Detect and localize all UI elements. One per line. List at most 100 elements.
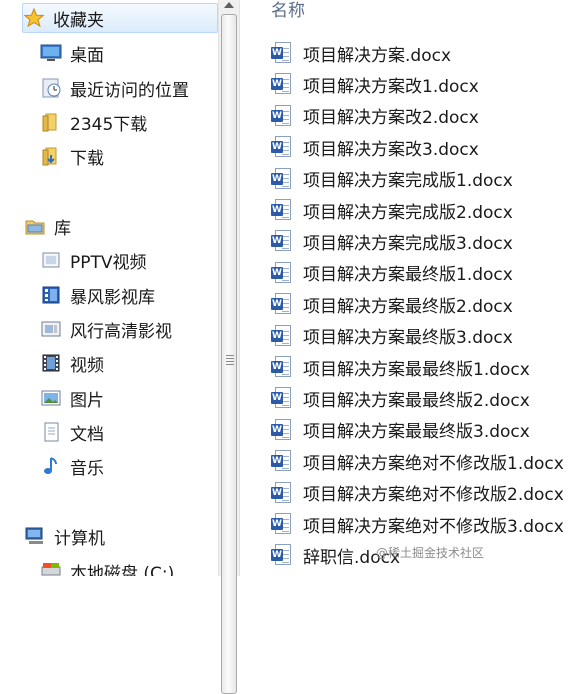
word-document-icon: W <box>271 512 293 536</box>
nav-libraries[interactable]: 库 <box>24 211 71 241</box>
file-row[interactable]: W 项目解决方案.docx <box>271 39 451 67</box>
nav-libraries-label: 库 <box>54 218 71 239</box>
scrollbar-grip <box>226 353 234 367</box>
file-list: 名称 W 项目解决方案.docx W 项目解决方案改1.docx W 项目解决方案改2.d… <box>241 0 588 576</box>
file-name: 项目解决方案最终版3.docx <box>303 328 513 349</box>
file-row[interactable]: W 项目解决方案绝对不修改版2.docx <box>271 479 564 507</box>
nav-item-desktop[interactable]: 桌面 <box>40 38 104 68</box>
documents-icon <box>40 422 62 442</box>
video-library-icon <box>40 250 62 270</box>
nav-item-videos[interactable]: 视频 <box>40 348 104 378</box>
desktop-icon <box>40 43 62 63</box>
nav-item-music[interactable]: 音乐 <box>40 451 104 481</box>
nav-item-2345-downloads[interactable]: 2345下载 <box>40 107 147 137</box>
file-name: 项目解决方案改1.docx <box>303 76 479 97</box>
nav-item-pptv-video[interactable]: PPTV视频 <box>40 245 147 275</box>
word-document-icon: W <box>271 355 293 379</box>
nav-item-label: PPTV视频 <box>70 252 147 273</box>
nav-item-downloads[interactable]: 下载 <box>40 141 104 171</box>
file-name: 项目解决方案绝对不修改版1.docx <box>303 453 564 474</box>
file-name: 项目解决方案最最终版3.docx <box>303 422 530 443</box>
nav-item-label: 本地磁盘 (C:) <box>70 563 175 577</box>
watermark: @稀土掘金技术社区 <box>376 546 485 560</box>
file-name: 项目解决方案改3.docx <box>303 139 479 160</box>
word-document-icon: W <box>271 418 293 442</box>
word-document-icon: W <box>271 135 293 159</box>
music-icon <box>40 456 62 476</box>
nav-item-label: 最近访问的位置 <box>70 80 189 101</box>
file-row[interactable]: W 项目解决方案最最终版3.docx <box>271 416 530 444</box>
nav-item-label: 下载 <box>70 148 104 169</box>
nav-item-label: 文档 <box>70 424 104 445</box>
file-name: 项目解决方案完成版3.docx <box>303 233 513 254</box>
file-name: 项目解决方案完成版1.docx <box>303 171 513 192</box>
nav-item-documents[interactable]: 文档 <box>40 417 104 447</box>
scrollbar-thumb[interactable] <box>221 14 237 694</box>
file-row[interactable]: W 项目解决方案改2.docx <box>271 102 479 130</box>
word-document-icon: W <box>271 386 293 410</box>
file-name: 项目解决方案最终版1.docx <box>303 265 513 286</box>
nav-item-local-disk-c[interactable]: 本地磁盘 (C:) <box>40 556 174 576</box>
nav-item-label: 图片 <box>70 390 104 411</box>
nav-favorites[interactable]: 收藏夹 <box>22 3 218 33</box>
column-header-name[interactable]: 名称 <box>271 0 305 21</box>
library-icon <box>24 216 46 236</box>
word-document-icon: W <box>271 449 293 473</box>
nav-favorites-label: 收藏夹 <box>53 10 104 31</box>
file-row[interactable]: W 项目解决方案最终版3.docx <box>271 322 513 350</box>
word-document-icon: W <box>271 543 293 567</box>
nav-item-label: 2345下载 <box>70 114 148 135</box>
drive-icon <box>40 561 62 576</box>
downloads-folder-icon <box>40 146 62 166</box>
file-row[interactable]: W 项目解决方案完成版3.docx <box>271 227 513 255</box>
nav-item-label: 视频 <box>70 355 104 376</box>
word-document-icon: W <box>271 481 293 505</box>
nav-item-baofeng-library[interactable]: 暴风影视库 <box>40 280 155 310</box>
pictures-icon <box>40 388 62 408</box>
nav-item-label: 音乐 <box>70 458 104 479</box>
word-document-icon: W <box>271 104 293 128</box>
word-document-icon: W <box>271 41 293 65</box>
star-icon <box>23 7 45 28</box>
file-row[interactable]: W 项目解决方案完成版1.docx <box>271 165 513 193</box>
file-name: 项目解决方案最最终版2.docx <box>303 390 530 411</box>
hd-video-icon <box>40 319 62 339</box>
word-document-icon: W <box>271 261 293 285</box>
nav-item-pictures[interactable]: 图片 <box>40 383 104 413</box>
file-name: 项目解决方案最终版2.docx <box>303 296 513 317</box>
word-document-icon: W <box>271 292 293 316</box>
file-row[interactable]: W 项目解决方案最最终版1.docx <box>271 353 530 381</box>
file-name: 项目解决方案改2.docx <box>303 108 479 129</box>
navigation-pane: 收藏夹 桌面 最近访问的位置 2345下载 下载 库 PPTV视频 暴风影视库 … <box>0 0 218 576</box>
file-row[interactable]: W 项目解决方案绝对不修改版3.docx <box>271 510 564 538</box>
file-row[interactable]: W 项目解决方案绝对不修改版1.docx <box>271 447 564 475</box>
video-icon <box>40 353 62 373</box>
file-row[interactable]: W 项目解决方案最最终版2.docx <box>271 384 530 412</box>
word-document-icon: W <box>271 167 293 191</box>
scroll-up-arrow-icon[interactable] <box>224 2 234 8</box>
nav-item-funshion-hd[interactable]: 风行高清影视 <box>40 314 172 344</box>
word-document-icon: W <box>271 229 293 253</box>
navigation-scrollbar[interactable] <box>218 0 240 694</box>
file-row[interactable]: W 项目解决方案改1.docx <box>271 70 479 98</box>
word-document-icon: W <box>271 324 293 348</box>
file-row[interactable]: W 项目解决方案最终版2.docx <box>271 290 513 318</box>
word-document-icon: W <box>271 72 293 96</box>
computer-icon <box>24 526 46 546</box>
file-name: 项目解决方案绝对不修改版3.docx <box>303 516 564 537</box>
file-name: 项目解决方案完成版2.docx <box>303 202 513 223</box>
nav-item-recent-places[interactable]: 最近访问的位置 <box>40 73 189 103</box>
recent-places-icon <box>40 78 62 98</box>
word-document-icon: W <box>271 198 293 222</box>
film-library-icon <box>40 285 62 305</box>
nav-item-label: 风行高清影视 <box>70 321 172 342</box>
file-name: 项目解决方案最最终版1.docx <box>303 359 530 380</box>
nav-item-label: 暴风影视库 <box>70 287 155 308</box>
nav-computer-label: 计算机 <box>54 528 105 549</box>
file-name: 项目解决方案绝对不修改版2.docx <box>303 485 564 506</box>
file-row[interactable]: W 项目解决方案最终版1.docx <box>271 259 513 287</box>
file-row[interactable]: W 项目解决方案完成版2.docx <box>271 196 513 224</box>
nav-item-label: 桌面 <box>70 45 104 66</box>
file-row[interactable]: W 项目解决方案改3.docx <box>271 133 479 161</box>
nav-computer[interactable]: 计算机 <box>24 521 105 551</box>
